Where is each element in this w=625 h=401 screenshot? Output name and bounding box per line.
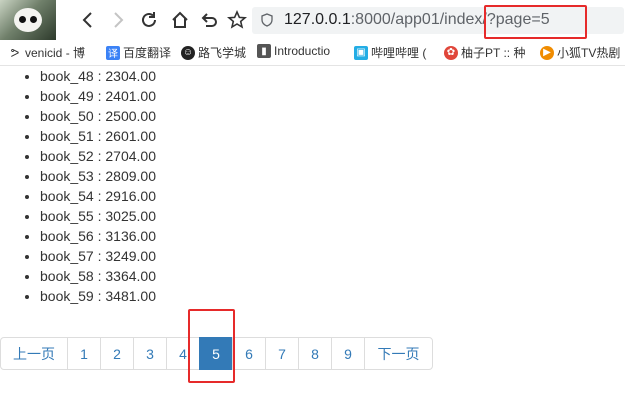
list-item: book_58 : 3364.00 bbox=[40, 266, 625, 286]
arrow-right-icon bbox=[114, 12, 124, 28]
reload-icon bbox=[142, 12, 156, 27]
youzi-icon: ✿ bbox=[444, 45, 458, 60]
bookmark-label: 小狐TV热剧 bbox=[557, 46, 621, 60]
book-list: book_48 : 2304.00 book_49 : 2401.00 book… bbox=[0, 66, 625, 306]
bookmark-label: 路飞学城 bbox=[198, 46, 247, 60]
home-button[interactable] bbox=[168, 8, 192, 32]
bookmark-star-button[interactable] bbox=[225, 8, 249, 32]
bookmark-label: Introductio bbox=[274, 44, 331, 58]
url-highlight-box bbox=[484, 5, 587, 39]
bookmark-introduction[interactable]: ▮ Introductio bbox=[257, 44, 330, 58]
list-item: book_53 : 2809.00 bbox=[40, 166, 625, 186]
star-icon bbox=[227, 10, 247, 29]
undo-icon bbox=[201, 13, 217, 27]
url-host: 127.0.0.1 bbox=[284, 11, 351, 28]
page-link-2[interactable]: 2 bbox=[100, 337, 134, 370]
arrow-left-icon bbox=[82, 12, 92, 28]
shield-icon bbox=[261, 13, 273, 27]
undo-button[interactable] bbox=[197, 8, 221, 32]
list-item: book_49 : 2401.00 bbox=[40, 86, 625, 106]
xiaohu-tv-icon: ▶ bbox=[540, 45, 554, 60]
page-link-7[interactable]: 7 bbox=[265, 337, 299, 370]
bookmark-label: 哔哩哔哩 ( bbox=[371, 46, 427, 60]
list-item: book_57 : 3249.00 bbox=[40, 246, 625, 266]
bookmark-luffy[interactable]: ☺ 路飞学城 bbox=[181, 44, 246, 61]
page-link-9[interactable]: 9 bbox=[331, 337, 365, 370]
active-page-highlight-box bbox=[188, 309, 235, 383]
page-link-6[interactable]: 6 bbox=[232, 337, 266, 370]
venicid-icon: ᕗ bbox=[10, 45, 20, 60]
reload-button[interactable] bbox=[137, 8, 161, 32]
page-link-3[interactable]: 3 bbox=[133, 337, 167, 370]
list-item: book_51 : 2601.00 bbox=[40, 126, 625, 146]
list-item: book_56 : 3136.00 bbox=[40, 226, 625, 246]
bookmark-baidu-translate[interactable]: 译百度翻译 bbox=[106, 44, 171, 61]
page-content: book_48 : 2304.00 book_49 : 2401.00 book… bbox=[0, 66, 625, 306]
list-item: book_52 : 2704.00 bbox=[40, 146, 625, 166]
prev-page-button[interactable]: 上一页 bbox=[0, 337, 68, 370]
list-item: book_55 : 3025.00 bbox=[40, 206, 625, 226]
bookmark-xiaohu-tv[interactable]: ▶ 小狐TV热剧 bbox=[540, 44, 620, 61]
page-link-8[interactable]: 8 bbox=[298, 337, 332, 370]
luffy-icon: ☺ bbox=[181, 45, 195, 60]
forward-button[interactable] bbox=[106, 8, 130, 32]
bookmark-bilibili[interactable]: ▣ 哔哩哔哩 ( bbox=[354, 44, 426, 61]
bookmark-youzi-pt[interactable]: ✿ 柚子PT :: 种 bbox=[444, 44, 525, 61]
list-item: book_50 : 2500.00 bbox=[40, 106, 625, 126]
next-page-button[interactable]: 下一页 bbox=[364, 337, 433, 370]
bilibili-icon: ▣ bbox=[354, 45, 368, 60]
home-icon bbox=[172, 11, 188, 28]
bookmark-label: venicid - 博 bbox=[25, 46, 86, 60]
profile-avatar[interactable] bbox=[0, 0, 56, 40]
back-button[interactable] bbox=[76, 8, 100, 32]
book-icon: ▮ bbox=[257, 44, 271, 58]
bookmark-label: 柚子PT :: 种 bbox=[461, 46, 526, 60]
list-item: book_54 : 2916.00 bbox=[40, 186, 625, 206]
list-item: book_59 : 3481.00 bbox=[40, 286, 625, 306]
browser-toolbar: 127.0.0.1:8000/app01/index/?page=5 bbox=[0, 0, 625, 40]
list-item: book_48 : 2304.00 bbox=[40, 66, 625, 86]
bookmarks-bar: ᕗ venicid - 博 译百度翻译 ☺ 路飞学城 ▮ Introductio ▣ 哔… bbox=[0, 40, 625, 66]
baidu-translate-icon: 译 bbox=[106, 45, 120, 60]
bookmark-label: 百度翻译 bbox=[123, 46, 172, 60]
bookmark-venicid[interactable]: ᕗ venicid - 博 bbox=[8, 44, 85, 61]
panda-face-icon bbox=[14, 8, 42, 32]
page-link-1[interactable]: 1 bbox=[67, 337, 101, 370]
